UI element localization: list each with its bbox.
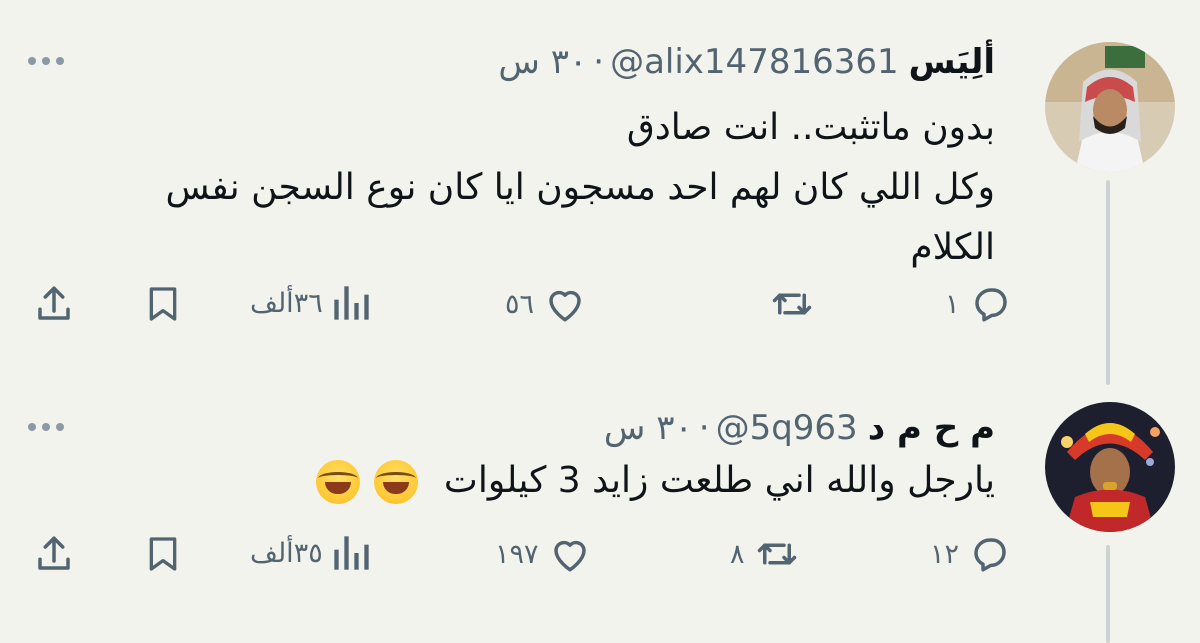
like-count: ٥٦	[505, 288, 535, 320]
tweet-text-line: بدون ماتثبت.. انت صادق	[626, 107, 995, 148]
laughing-emoji-icon	[316, 460, 361, 504]
tweet-text: بدون ماتثبت.. انت صادق وكل اللي كان لهم …	[95, 98, 996, 278]
share-icon	[38, 536, 70, 570]
comment-icon	[974, 538, 1006, 572]
reply-count: ١٢	[930, 538, 960, 570]
reply-button[interactable]: ١	[945, 283, 1014, 325]
retweet-count: ٨	[730, 538, 745, 570]
bookmark-button[interactable]	[143, 283, 183, 325]
tweet[interactable]: ألِيَس @alix147816361 · ٣٠ س بدون ماتثبت…	[0, 0, 1200, 385]
avatar[interactable]	[1045, 402, 1175, 532]
comment-icon	[974, 288, 1007, 322]
tweet-text-line: الكلام	[910, 227, 995, 268]
laughing-emoji-icon	[374, 460, 419, 504]
retweet-button[interactable]: ٨	[730, 533, 801, 575]
share-button[interactable]	[33, 283, 75, 325]
tweet-header: ألِيَس @alix147816361 · ٣٠ س	[498, 37, 995, 87]
more-options-icon[interactable]	[28, 423, 64, 431]
separator-dot: ·	[698, 408, 710, 448]
retweet-icon	[757, 543, 796, 565]
analytics-icon	[334, 286, 369, 320]
tweet-text-line: وكل اللي كان لهم احد مسجون ايا كان نوع ا…	[165, 167, 996, 208]
tweet-actions: ٣٦أ‏لف ٥٦ ١	[0, 283, 1200, 333]
tweet-header: م ح م د @5q963 · ٣٠ س	[604, 403, 995, 453]
reply-button[interactable]: ١٢	[930, 533, 1013, 575]
username[interactable]: @alix147816361	[610, 42, 899, 82]
views-count: ٣٦أ‏لف	[250, 287, 323, 319]
tweet-actions: ٣٥أ‏لف ١٩٧ ٨ ١٢	[0, 533, 1200, 583]
display-name[interactable]: ألِيَس	[909, 42, 995, 82]
views-button[interactable]: ٣٥أ‏لف	[250, 533, 371, 573]
bookmark-icon	[149, 287, 177, 321]
separator-dot: ·	[593, 42, 605, 82]
retweet-button[interactable]	[760, 283, 816, 325]
heart-icon	[549, 290, 581, 322]
tweet-text-line: يارجل والله اني طلعت زايد 3 كيلوات	[443, 460, 995, 501]
reply-count: ١	[945, 288, 960, 320]
heart-icon	[553, 540, 586, 572]
bookmark-button[interactable]	[143, 533, 183, 575]
tweet-text: يارجل والله اني طلعت زايد 3 كيلوات	[95, 451, 995, 511]
retweet-icon	[772, 293, 812, 315]
analytics-icon	[334, 536, 369, 570]
bookmark-icon	[149, 537, 177, 571]
more-options-icon[interactable]	[28, 57, 64, 65]
tweet[interactable]: م ح م د @5q963 · ٣٠ س يارجل والله اني طل…	[0, 385, 1200, 643]
like-count: ١٩٧	[495, 538, 539, 570]
share-icon	[38, 286, 70, 320]
like-button[interactable]: ٥٦	[505, 283, 588, 325]
timestamp[interactable]: ٣٠ س	[498, 42, 587, 82]
display-name[interactable]: م ح م د	[868, 408, 995, 448]
username[interactable]: @5q963	[716, 408, 858, 448]
views-count: ٣٥أ‏لف	[250, 537, 323, 569]
avatar[interactable]	[1045, 42, 1175, 172]
like-button[interactable]: ١٩٧	[495, 533, 593, 575]
share-button[interactable]	[33, 533, 75, 575]
views-button[interactable]: ٣٦أ‏لف	[250, 283, 371, 323]
timestamp[interactable]: ٣٠ س	[604, 408, 693, 448]
